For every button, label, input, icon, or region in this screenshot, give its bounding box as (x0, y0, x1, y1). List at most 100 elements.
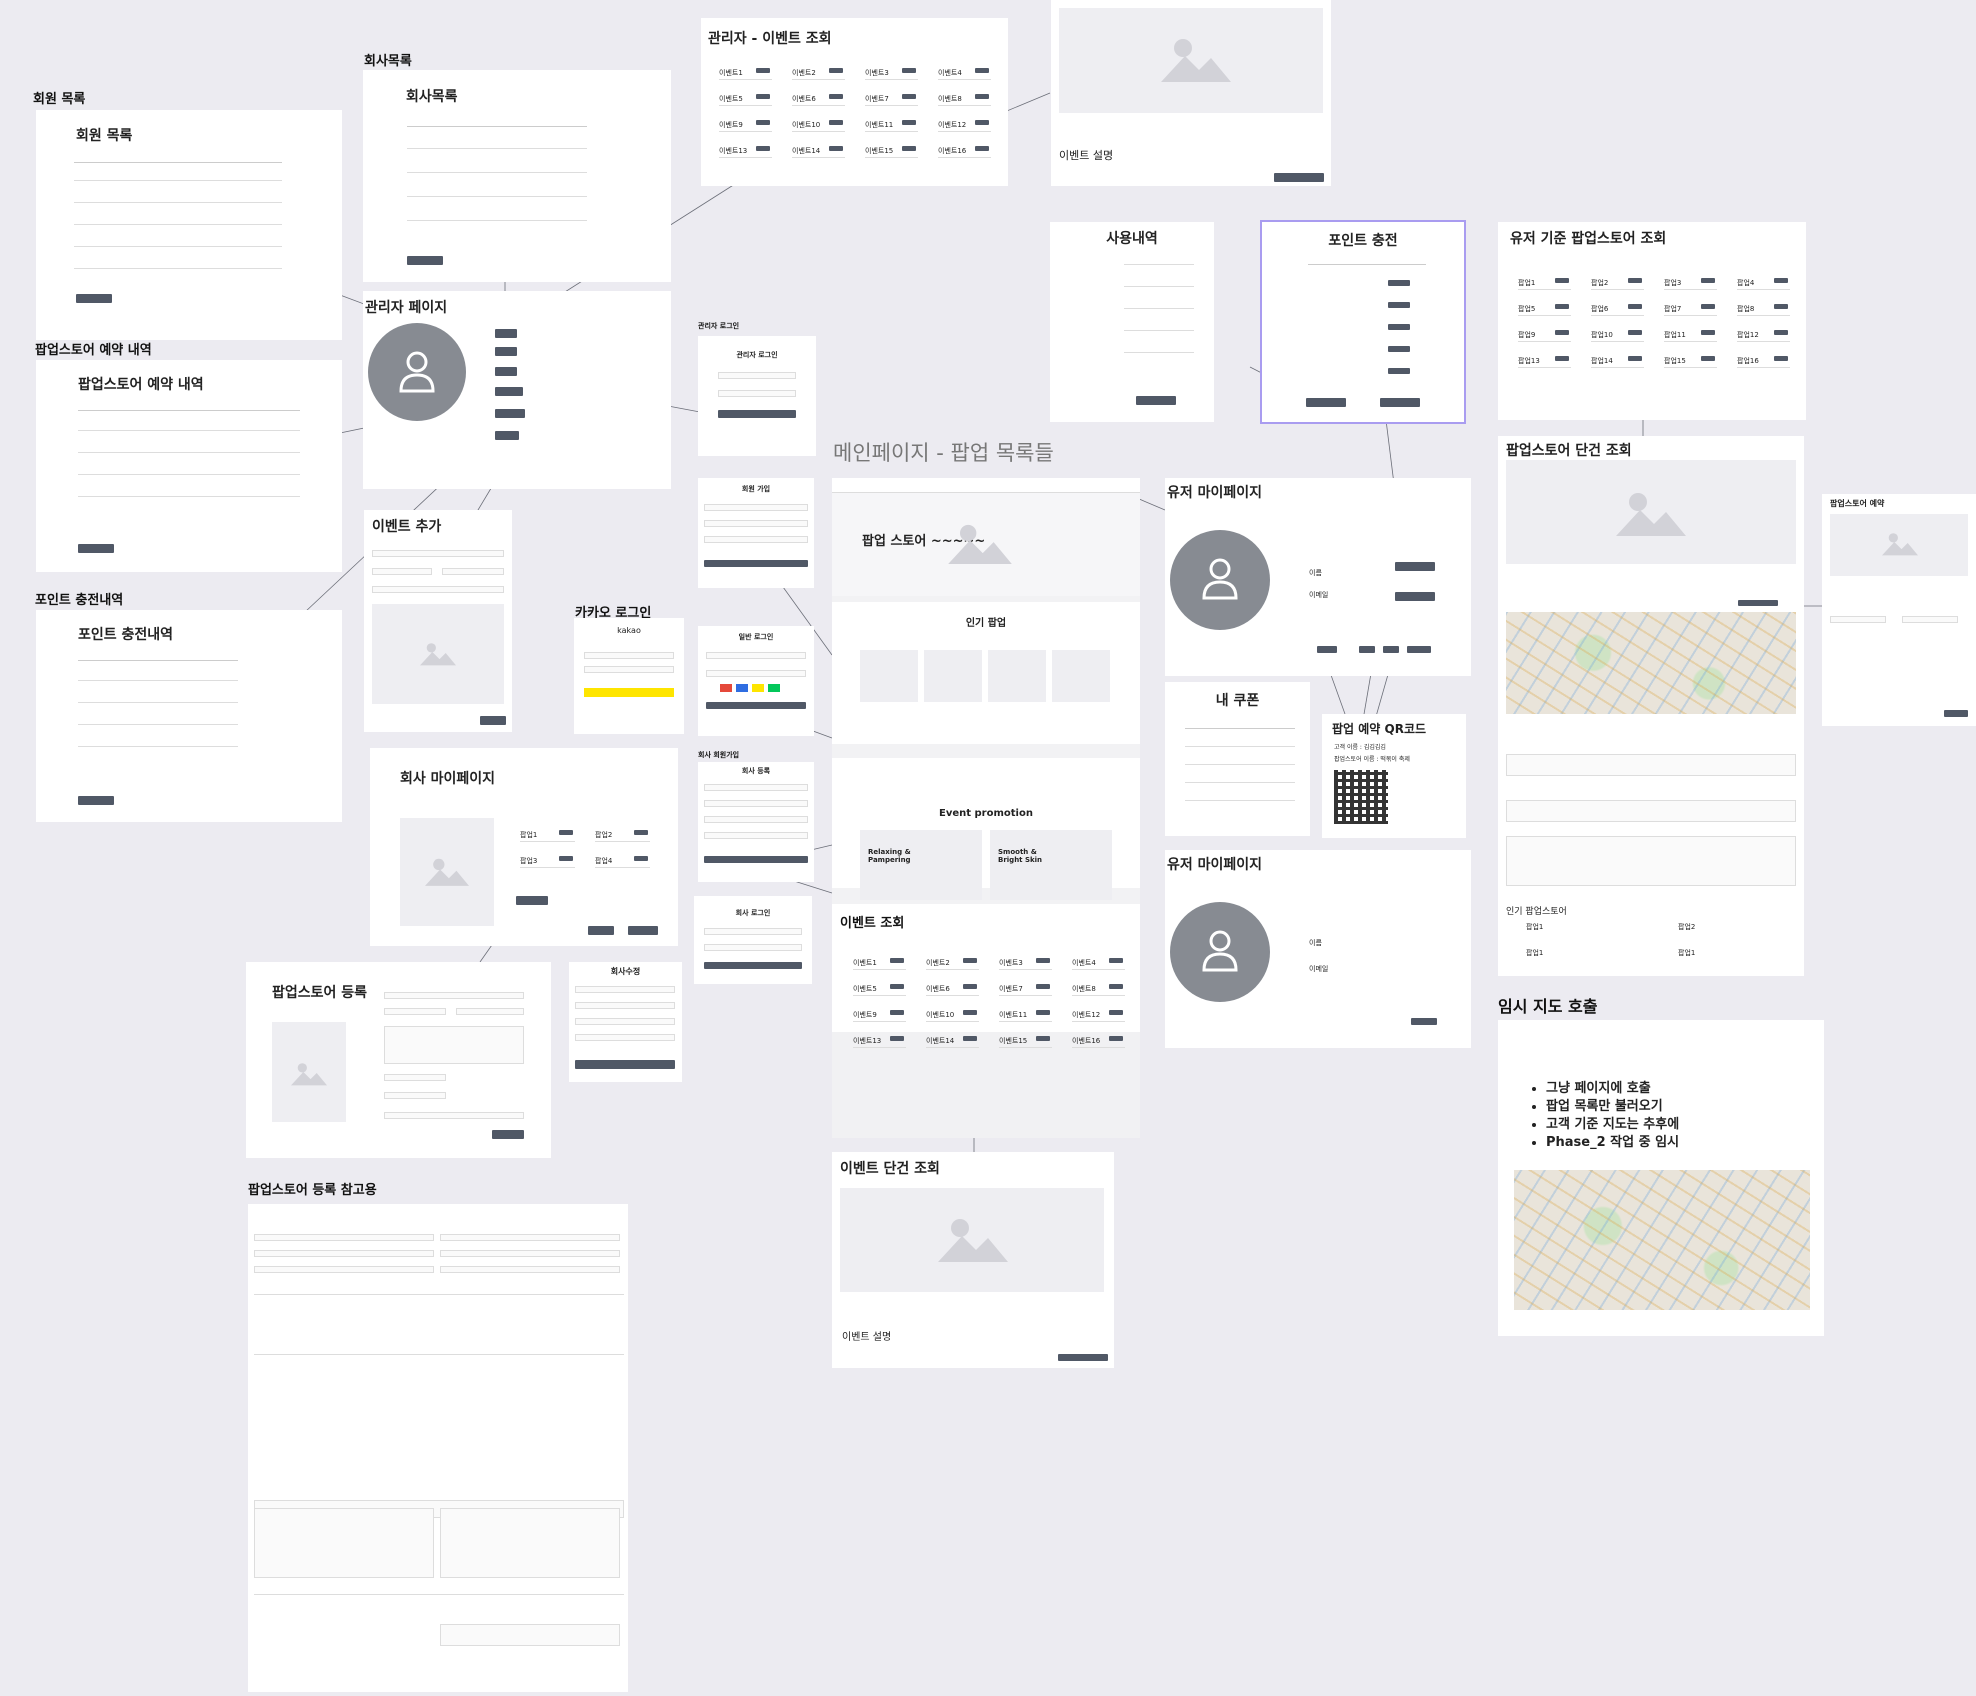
grid-item[interactable]: 이벤트1 (843, 958, 910, 980)
delete-button[interactable] (628, 926, 658, 935)
menu-button[interactable] (495, 409, 525, 418)
confirm-button[interactable] (78, 544, 114, 553)
grid-item[interactable]: 팝업6 (1581, 304, 1648, 326)
signup-button[interactable] (704, 560, 808, 567)
confirm-button[interactable] (1136, 396, 1176, 405)
grid-item[interactable]: 팝업12 (1727, 330, 1794, 352)
grid-item[interactable]: 이벤트12 (1062, 1010, 1129, 1032)
confirm-button[interactable] (407, 256, 443, 265)
charge-button[interactable] (1380, 398, 1420, 407)
grid-item[interactable]: 팝업2 (1581, 278, 1648, 300)
login-button[interactable] (718, 410, 796, 418)
grid-item[interactable]: 이벤트3 (855, 68, 922, 90)
grid-item[interactable]: 이벤트8 (1062, 984, 1129, 1006)
grid-item[interactable]: 팝업7 (1654, 304, 1721, 326)
grid-item[interactable]: 팝업13 (1508, 356, 1575, 378)
confirm-button[interactable] (78, 796, 114, 805)
grid-item[interactable]: 팝업1 (510, 830, 579, 852)
grid-item[interactable]: 이벤트15 (855, 146, 922, 168)
register-button[interactable] (492, 1130, 524, 1139)
item-title: 이벤트15 (999, 1037, 1028, 1045)
submit-button[interactable] (575, 1060, 675, 1069)
grid-item[interactable]: 이벤트7 (855, 94, 922, 116)
grid-item[interactable]: 이벤트10 (916, 1010, 983, 1032)
grid-item[interactable]: 이벤트14 (782, 146, 849, 168)
edit-button[interactable] (588, 926, 614, 935)
grid-item[interactable]: 이벤트2 (782, 68, 849, 90)
grid-item[interactable]: 이벤트11 (855, 120, 922, 142)
image-placeholder-icon (291, 1063, 327, 1086)
grid-item[interactable]: 이벤트11 (989, 1010, 1056, 1032)
grid-item[interactable]: 팝업10 (1581, 330, 1648, 352)
grid-item[interactable]: 이벤트6 (782, 94, 849, 116)
map[interactable] (1506, 612, 1796, 714)
register-button[interactable] (480, 716, 506, 725)
reserve-button[interactable] (1738, 600, 1778, 606)
menu-button[interactable] (495, 431, 519, 440)
login-button[interactable] (706, 702, 806, 709)
grid-item[interactable]: 이벤트6 (916, 984, 983, 1006)
grid-item[interactable]: 이벤트7 (989, 984, 1056, 1006)
grid-item[interactable]: 이벤트16 (1062, 1036, 1129, 1058)
grid-item[interactable]: 이벤트13 (709, 146, 776, 168)
grid-item[interactable]: 팝업4 (1727, 278, 1794, 300)
grid-item[interactable]: 팝업8 (1727, 304, 1794, 326)
item-title: 팝업5 (1518, 305, 1536, 313)
item-title: 이벤트11 (999, 1011, 1028, 1019)
grid-item[interactable]: 팝업3 (1654, 278, 1721, 300)
point-charge-button[interactable] (1395, 562, 1435, 571)
event-description-label: 이벤트 설명 (842, 1332, 892, 1343)
menu-button[interactable] (495, 329, 517, 338)
grid-item[interactable]: 이벤트14 (916, 1036, 983, 1058)
grid-item[interactable]: 이벤트16 (928, 146, 995, 168)
login-button[interactable] (704, 962, 802, 969)
item-title: 이벤트14 (926, 1037, 955, 1045)
item-tag (1109, 958, 1123, 963)
grid-item[interactable]: 팝업14 (1581, 356, 1648, 378)
usage-history-button[interactable] (1306, 398, 1346, 407)
popup-register-button[interactable] (516, 896, 548, 905)
grid-item[interactable]: 팝업4 (585, 856, 654, 878)
menu-button[interactable] (495, 347, 517, 356)
grid-item[interactable]: 이벤트13 (843, 1036, 910, 1058)
item-desc (999, 995, 1052, 996)
reserve-button[interactable] (1944, 710, 1968, 717)
grid-item[interactable]: 팝업2 (585, 830, 654, 852)
confirm-button[interactable] (76, 294, 112, 303)
frame-title: 유저 기준 팝업스토어 조회 (1510, 231, 1667, 247)
grid-item[interactable]: 이벤트4 (1062, 958, 1129, 980)
menu-button[interactable] (495, 367, 517, 376)
grid-item[interactable]: 팝업16 (1727, 356, 1794, 378)
apply-button[interactable] (1274, 173, 1324, 182)
grid-item[interactable]: 이벤트5 (843, 984, 910, 1006)
grid-item[interactable]: 팝업5 (1508, 304, 1575, 326)
kakao-logo: kakao (617, 626, 641, 635)
grid-item[interactable]: 팝업11 (1654, 330, 1721, 352)
frame-title: 내 쿠폰 (1215, 693, 1260, 709)
menu-button[interactable] (495, 387, 523, 396)
apply-button[interactable] (1058, 1354, 1108, 1361)
grid-item[interactable]: 이벤트2 (916, 958, 983, 980)
kakao-login-frame: kakao (574, 618, 684, 734)
grid-item[interactable]: 이벤트9 (709, 120, 776, 142)
grid-item[interactable]: 이벤트9 (843, 1010, 910, 1032)
grid-item[interactable]: 이벤트5 (709, 94, 776, 116)
grid-item[interactable]: 팝업1 (1508, 278, 1575, 300)
grid-item[interactable]: 팝업15 (1654, 356, 1721, 378)
grid-item[interactable]: 이벤트3 (989, 958, 1056, 980)
item-tag (902, 146, 916, 151)
kakao-login-button[interactable] (584, 688, 674, 697)
grid-item[interactable]: 팝업9 (1508, 330, 1575, 352)
save-button[interactable] (1411, 1018, 1437, 1025)
grid-item[interactable]: 이벤트12 (928, 120, 995, 142)
grid-item[interactable]: 팝업3 (510, 856, 579, 878)
edit-button[interactable] (1395, 592, 1435, 601)
map[interactable] (1514, 1170, 1810, 1310)
grid-item[interactable]: 이벤트10 (782, 120, 849, 142)
label-temp-map: 임시 지도 호출 (1498, 997, 1598, 1016)
grid-item[interactable]: 이벤트4 (928, 68, 995, 90)
grid-item[interactable]: 이벤트8 (928, 94, 995, 116)
grid-item[interactable]: 이벤트1 (709, 68, 776, 90)
register-button[interactable] (704, 856, 808, 863)
grid-item[interactable]: 이벤트15 (989, 1036, 1056, 1058)
